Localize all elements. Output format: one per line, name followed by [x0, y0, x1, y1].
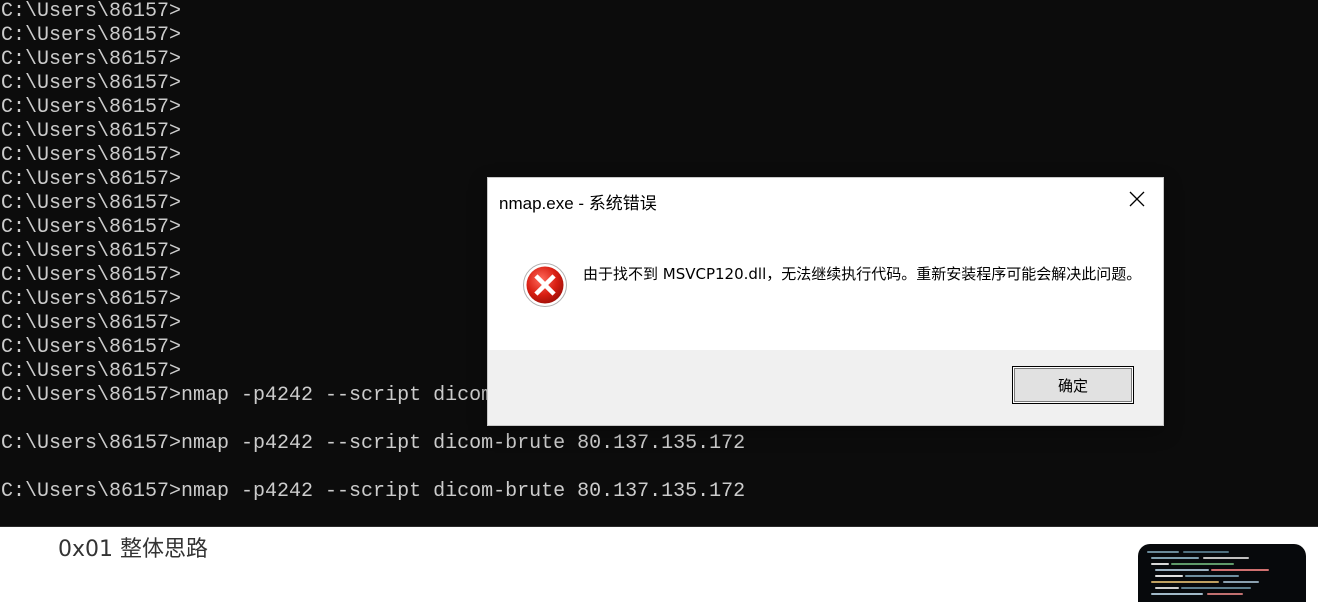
- console-line: C:\Users\86157>: [1, 24, 182, 47]
- ok-button[interactable]: 确定: [1012, 366, 1134, 404]
- console-line: C:\Users\86157>nmap -p4242 --script dico…: [1, 480, 746, 503]
- code-thumbnail-icon[interactable]: [1138, 544, 1306, 602]
- close-button[interactable]: [1119, 184, 1155, 214]
- dialog-footer: 确定: [488, 350, 1163, 425]
- console-line: C:\Users\86157>: [1, 144, 182, 167]
- section-heading: 0x01 整体思路: [58, 537, 209, 562]
- dialog-message: 由于找不到 MSVCP120.dll，无法继续执行代码。重新安装程序可能会解决此…: [583, 265, 1142, 283]
- console-line: C:\Users\86157>: [1, 72, 182, 95]
- error-dialog: nmap.exe - 系统错误 由于找不到 MSVCP120.dll，无法继续执…: [488, 178, 1163, 425]
- console-line: C:\Users\86157>: [1, 96, 182, 119]
- console-line: C:\Users\86157>: [1, 0, 182, 23]
- code-lines-graphic: [1147, 551, 1269, 595]
- console-line: C:\Users\86157>: [1, 48, 182, 71]
- dialog-title: nmap.exe - 系统错误: [499, 194, 657, 213]
- error-icon: [523, 263, 567, 307]
- console-line: C:\Users\86157>: [1, 120, 182, 143]
- close-icon: [1129, 191, 1145, 207]
- console-line: C:\Users\86157>nmap -p4242 --script dico…: [1, 432, 746, 455]
